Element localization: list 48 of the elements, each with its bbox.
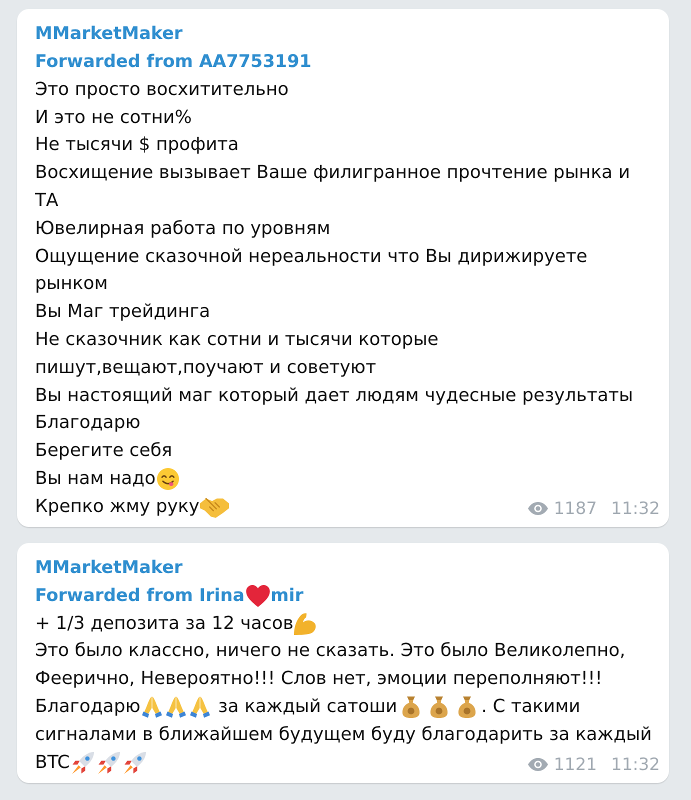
money-bag-icon <box>458 696 476 718</box>
message-text: BTC <box>35 752 70 774</box>
message-text: Вы нам надо <box>35 468 156 490</box>
message-text: рынком <box>35 273 108 296</box>
forwarded-from-label: mir <box>270 584 304 607</box>
message-text: Берегите себя <box>35 440 172 462</box>
tongue-face-icon <box>156 468 179 490</box>
praying-hands-icon <box>189 696 212 718</box>
message-text: Ювелирная работа по уровням <box>35 218 330 240</box>
rocket-icon <box>124 752 146 774</box>
view-count: 1121 <box>554 754 597 775</box>
forwarded-from-label: Forwarded from AA7753191 <box>35 51 312 73</box>
rocket-icon <box>72 752 94 774</box>
message-time: 11:32 <box>611 754 660 775</box>
forwarded-from-label: Forwarded from Irina <box>35 584 245 607</box>
money-bag-icon <box>402 696 420 718</box>
message-text: Восхищение вызывает Ваше филигранное прочтение рынка и <box>35 162 630 184</box>
message-text: Ощущение сказочной нереальности что Вы дирижируете <box>35 246 588 268</box>
handshake-icon <box>200 496 230 518</box>
message-time: 11:32 <box>611 498 660 519</box>
heart-icon <box>246 584 270 607</box>
message-text: И это не сотни% <box>35 106 192 129</box>
message-text: сигналами в ближайшем будущем буду благодарить за каждый <box>35 724 652 746</box>
message-text: Вы настоящий маг который дает людям чудесные результаты <box>35 384 634 407</box>
message-text: пишут,вещают,поучают и советуют <box>35 356 376 379</box>
message-text: Благодарю <box>35 412 140 434</box>
rocket-icon <box>98 752 120 774</box>
message-text: Это было классно, ничего не сказать. Это было Великолепно, <box>35 640 626 662</box>
message-text: Вы Маг трейдинга <box>35 301 210 324</box>
eye-icon <box>528 502 548 516</box>
author-name: MMarketMaker <box>35 23 183 46</box>
message-text: Не сказочник как сотни и тысячи которые <box>35 329 438 352</box>
message-text: Крепко жму руку <box>35 496 200 518</box>
author-name: MMarketMaker <box>35 556 183 580</box>
praying-hands-icon <box>165 696 188 718</box>
message-text: Феерично, Невероятно!!! Слов нет, эмоции переполняют!!! <box>35 668 602 690</box>
money-bag-icon <box>430 696 448 718</box>
message-text: . С такими <box>481 696 580 718</box>
praying-hands-icon <box>141 696 164 718</box>
message-text: + 1/3 депозита за 12 часов <box>35 612 294 635</box>
message-text: Благодарю <box>35 696 140 718</box>
eye-icon <box>528 758 548 772</box>
message-text: Это просто восхитительно <box>35 78 289 101</box>
message-text: ТА <box>35 190 58 212</box>
flexed-arm-icon <box>294 612 316 635</box>
message-text: за каждый сатоши <box>217 696 398 718</box>
message-text: Не тысячи $ профита <box>35 134 239 156</box>
view-count: 1187 <box>554 498 597 519</box>
